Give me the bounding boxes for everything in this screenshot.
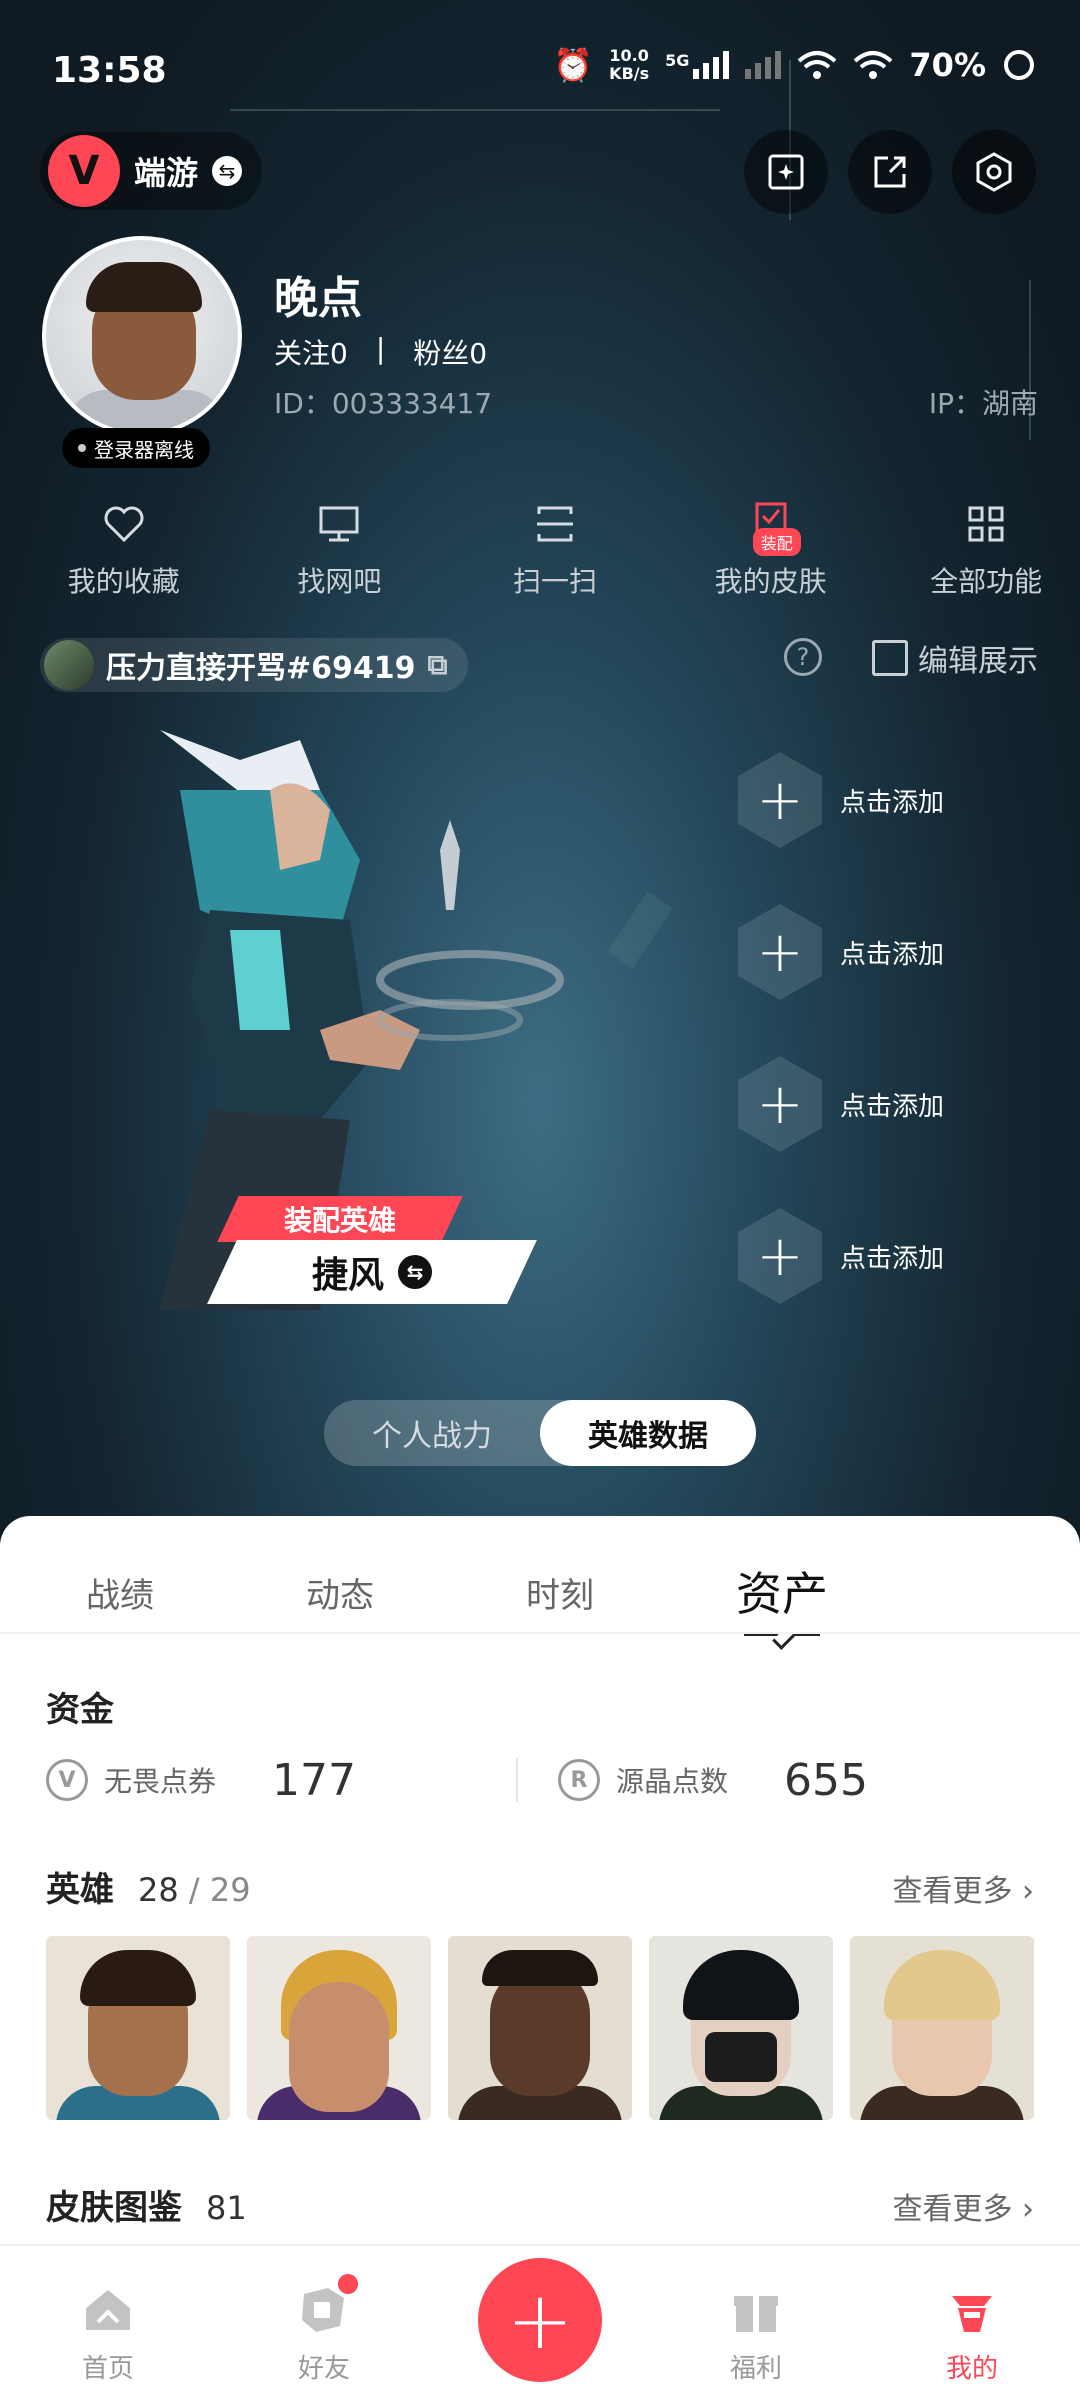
fund-radianite: R 源晶点数 655 xyxy=(558,1755,1028,1806)
skins-count: 81 xyxy=(206,2189,247,2227)
tab-feed[interactable]: 动态 xyxy=(306,1568,374,1617)
status-time: 13:58 xyxy=(52,50,167,91)
battery-percent: 70% xyxy=(909,46,986,84)
wifi-icon xyxy=(798,51,837,79)
status-bar: 13:58 ⏰ 10.0 KB/s 5G 70% xyxy=(0,0,1080,140)
toggle-hero-data[interactable]: 英雄数据 xyxy=(540,1400,756,1466)
heroes-count: 28 / 29 xyxy=(138,1871,251,1909)
plus-hex-icon: + xyxy=(738,904,822,1000)
heroes-header: 英雄 28 / 29 xyxy=(46,1870,251,1910)
feature-row: 我的收藏 找网吧 扫一扫 装配 我的皮肤 全部功能 xyxy=(0,500,1080,600)
swap-agent-icon: ⇆ xyxy=(398,1255,432,1289)
hero-list xyxy=(46,1936,1034,2120)
nav-home[interactable]: 首页 xyxy=(48,2282,168,2385)
feature-all[interactable]: 全部功能 xyxy=(892,500,1080,600)
me-icon xyxy=(952,2296,992,2332)
add-slot-3[interactable]: + 点击添加 xyxy=(738,1054,948,1154)
help-icon[interactable]: ? xyxy=(784,638,822,676)
game-name: 端游 xyxy=(134,154,199,192)
funds-title: 资金 xyxy=(46,1690,114,1730)
radianite-icon: R xyxy=(558,1759,600,1801)
copy-icon[interactable]: ⧉ xyxy=(428,648,448,682)
gift-icon xyxy=(734,2296,778,2332)
fans-stat[interactable]: 粉丝0 xyxy=(413,332,487,372)
settings-hex-icon xyxy=(976,152,1012,192)
status-dot-icon xyxy=(78,444,86,452)
swap-icon: ⇆ xyxy=(212,156,243,186)
heroes-more-link[interactable]: 查看更多 › xyxy=(892,1866,1034,1910)
game-switcher[interactable]: V 端游 ⇆ xyxy=(40,132,263,210)
add-slot-1[interactable]: + 点击添加 xyxy=(738,750,948,850)
vp-value: 177 xyxy=(272,1754,356,1806)
radianite-value: 655 xyxy=(784,1754,868,1806)
fund-vp: V 无畏点券 177 xyxy=(46,1755,516,1806)
separator: | xyxy=(375,332,386,365)
feature-my-skins[interactable]: 装配 我的皮肤 xyxy=(677,500,865,600)
following-stat[interactable]: 关注0 xyxy=(274,332,348,372)
hero-card[interactable] xyxy=(850,1936,1034,2120)
vp-icon: V xyxy=(46,1759,88,1801)
heart-icon xyxy=(104,506,144,543)
game-account-name: 压力直接开骂#69419 xyxy=(106,651,416,686)
settings-button[interactable] xyxy=(952,130,1036,214)
monitor-icon xyxy=(319,506,359,542)
user-id: ID：003333417 xyxy=(274,387,493,420)
status-icons: ⏰ 10.0 KB/s 5G 70% xyxy=(553,46,1036,84)
nav-friends[interactable]: 好友 xyxy=(264,2274,384,2385)
card-button[interactable] xyxy=(744,130,828,214)
user-name: 晚点 xyxy=(274,273,362,324)
feature-scan[interactable]: 扫一扫 xyxy=(461,500,649,600)
net-speed: 10.0 KB/s xyxy=(609,46,650,83)
tab-moments[interactable]: 时刻 xyxy=(526,1568,594,1617)
stats-toggle: 个人战力 英雄数据 xyxy=(324,1400,756,1466)
wifi-2-icon xyxy=(854,51,893,79)
edit-display-button[interactable]: 编辑展示 xyxy=(872,636,1038,680)
battery-ring-icon xyxy=(1004,50,1034,80)
valorant-logo-icon: V xyxy=(48,135,120,207)
funds-row: V 无畏点券 177 R 源晶点数 655 xyxy=(46,1750,1036,1810)
notification-dot xyxy=(338,2274,358,2294)
hero-card[interactable] xyxy=(46,1936,230,2120)
create-post-button[interactable]: + xyxy=(478,2258,602,2382)
divider xyxy=(0,1632,1080,1634)
home-icon xyxy=(86,2290,130,2330)
edit-icon xyxy=(872,640,908,676)
share-icon xyxy=(874,156,906,188)
share-button[interactable] xyxy=(848,130,932,214)
tab-assets[interactable]: 资产 xyxy=(736,1558,828,1624)
follow-stats: 关注0 | 粉丝0 xyxy=(274,332,487,372)
hero-card[interactable] xyxy=(247,1936,431,2120)
account-avatar xyxy=(44,640,94,690)
alarm-icon: ⏰ xyxy=(553,46,594,84)
plus-hex-icon: + xyxy=(738,1208,822,1304)
avatar[interactable] xyxy=(42,236,242,436)
nav-me[interactable]: 我的 xyxy=(912,2282,1032,2385)
divider xyxy=(516,1758,518,1802)
game-account-chip[interactable]: 压力直接开骂#69419 ⧉ xyxy=(40,638,468,692)
grid-icon xyxy=(968,506,1004,542)
equipped-agent-name[interactable]: 捷风 ⇆ xyxy=(207,1240,537,1304)
nav-welfare[interactable]: 福利 xyxy=(696,2282,816,2385)
equipped-agent-tag: 装配英雄 xyxy=(217,1196,463,1242)
equip-badge: 装配 xyxy=(752,528,801,556)
signal-icon xyxy=(745,51,782,79)
add-slot-4[interactable]: + 点击添加 xyxy=(738,1206,948,1306)
toggle-personal-power[interactable]: 个人战力 xyxy=(324,1400,540,1466)
skins-header: 皮肤图鉴 81 xyxy=(46,2188,247,2228)
hero-card[interactable] xyxy=(649,1936,833,2120)
plus-hex-icon: + xyxy=(738,752,822,848)
signal-5g-icon: 5G xyxy=(665,51,730,79)
plus-hex-icon: + xyxy=(738,1056,822,1152)
feature-favorites[interactable]: 我的收藏 xyxy=(30,500,218,600)
add-slot-2[interactable]: + 点击添加 xyxy=(738,902,948,1002)
launcher-status-badge: 登录器离线 xyxy=(62,428,210,468)
ip-location: IP：湖南 xyxy=(928,387,1038,420)
hero-card[interactable] xyxy=(448,1936,632,2120)
tab-record[interactable]: 战绩 xyxy=(86,1568,154,1617)
feature-net-cafe[interactable]: 找网吧 xyxy=(246,500,434,600)
card-sparkle-icon xyxy=(768,154,804,190)
scan-icon xyxy=(536,506,573,542)
skins-more-link[interactable]: 查看更多 › xyxy=(892,2184,1034,2228)
